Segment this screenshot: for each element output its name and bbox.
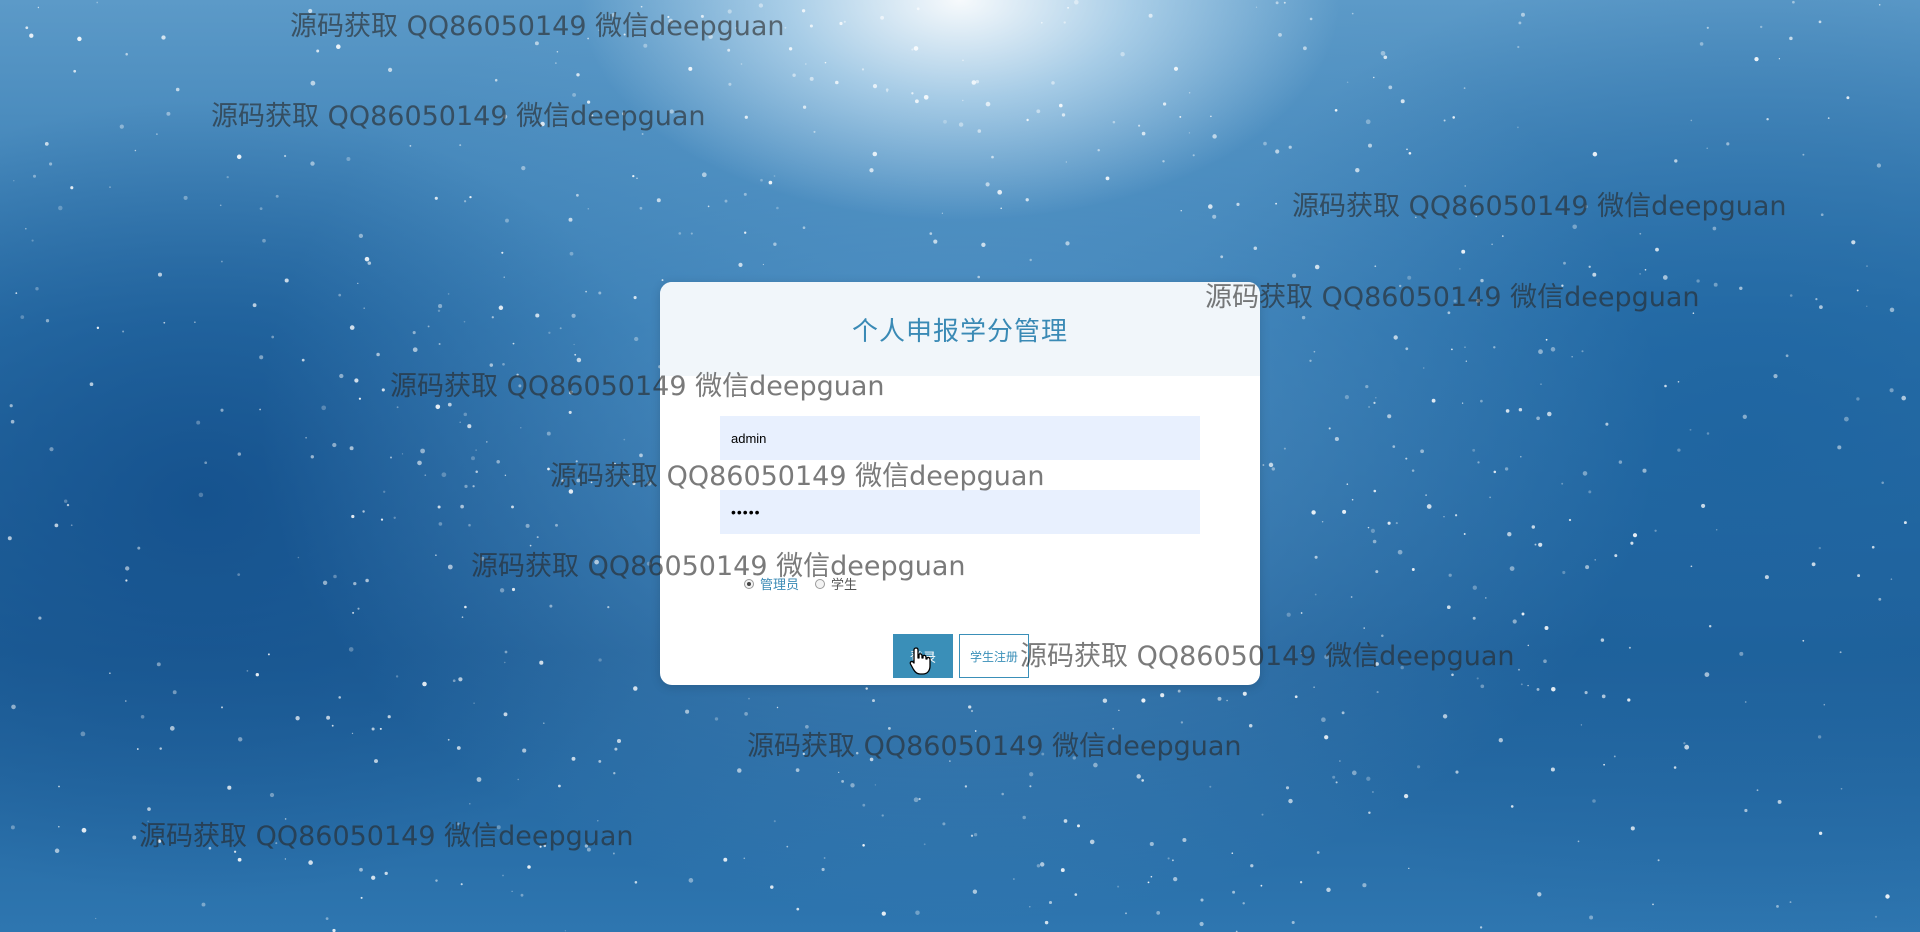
login-header: 个人申报学分管理 bbox=[660, 282, 1260, 376]
username-input[interactable] bbox=[720, 416, 1200, 460]
role-label-student: 学生 bbox=[831, 578, 858, 593]
login-button[interactable]: 登录 bbox=[893, 634, 953, 678]
radio-admin[interactable] bbox=[744, 578, 754, 589]
password-input[interactable] bbox=[720, 490, 1200, 534]
login-title: 个人申报学分管理 bbox=[851, 316, 1068, 347]
role-option-admin[interactable]: 管理员 bbox=[744, 574, 799, 593]
role-option-student[interactable]: 学生 bbox=[815, 574, 857, 593]
role-selector: 管理员 学生 bbox=[744, 574, 873, 593]
register-button[interactable]: 学生注册 bbox=[959, 634, 1029, 678]
role-label-admin: 管理员 bbox=[760, 578, 800, 593]
radio-student[interactable] bbox=[815, 578, 826, 589]
login-card: 个人申报学分管理 管理员 学生 登录 学生注册 bbox=[660, 282, 1260, 685]
